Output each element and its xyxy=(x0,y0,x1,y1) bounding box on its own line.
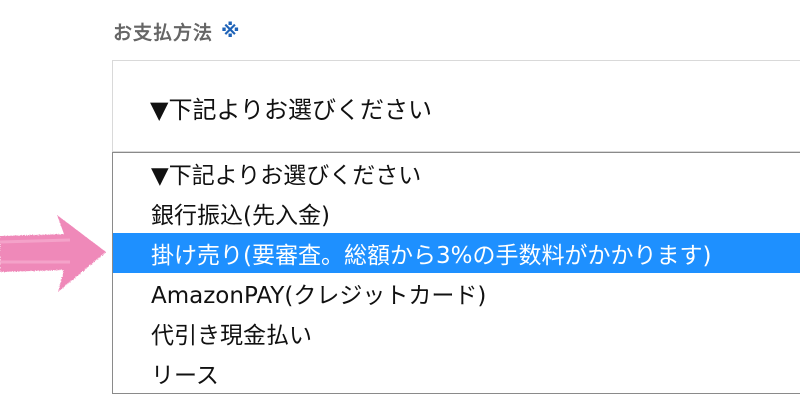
option-label: ▼下記よりお選びください xyxy=(151,163,422,189)
required-mark: ※ xyxy=(221,20,241,42)
dropdown-option-credit-sale[interactable]: 掛け売り(要審査。総額から3%の手数料がかかります) xyxy=(113,233,800,273)
arrow-right-icon xyxy=(0,215,106,292)
dropdown-option-amazon-pay[interactable]: AmazonPAY(クレジットカード) xyxy=(113,273,800,313)
select-current-value: ▼下記よりお選びください xyxy=(150,96,432,124)
payment-method-label: お支払方法 ※ xyxy=(113,16,241,46)
option-label: 代引き現金払い xyxy=(151,323,312,349)
dropdown-option-bank-transfer[interactable]: 銀行振込(先入金) xyxy=(113,193,800,233)
option-label: 掛け売り(要審査。総額から3%の手数料がかかります) xyxy=(151,243,712,269)
option-label: リース xyxy=(151,363,219,389)
payment-method-dropdown-list: ▼下記よりお選びください 銀行振込(先入金) 掛け売り(要審査。総額から3%の手… xyxy=(112,152,800,394)
dropdown-option-placeholder[interactable]: ▼下記よりお選びください xyxy=(113,153,800,193)
payment-method-select[interactable]: ▼下記よりお選びください xyxy=(112,60,800,152)
dropdown-option-lease[interactable]: リース xyxy=(113,353,800,393)
payment-method-label-text: お支払方法 xyxy=(113,21,214,44)
option-label: AmazonPAY(クレジットカード) xyxy=(151,283,487,309)
option-label: 銀行振込(先入金) xyxy=(151,203,330,229)
dropdown-option-cash-on-delivery[interactable]: 代引き現金払い xyxy=(113,313,800,353)
payment-method-form: お支払方法 ※ ▼下記よりお選びください ▼下記よりお選びください 銀行振込(先… xyxy=(0,0,800,420)
